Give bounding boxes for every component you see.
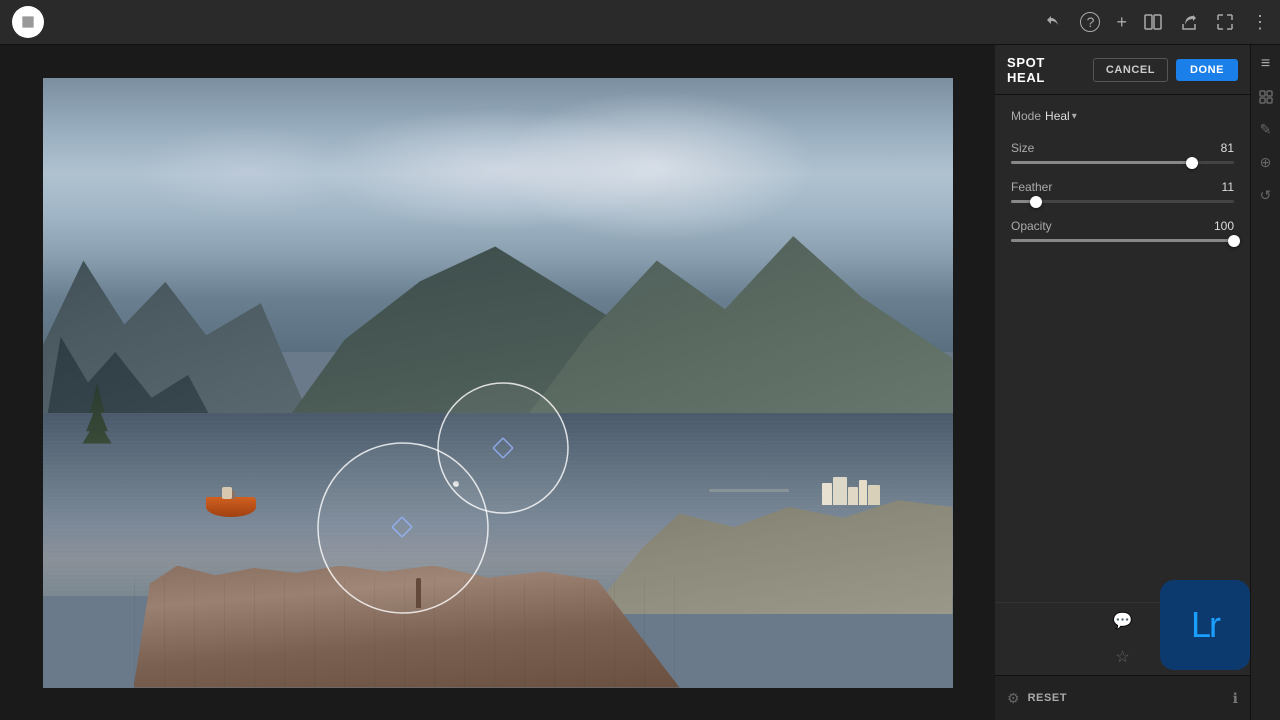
comment-icon[interactable]: 💬 <box>1113 611 1133 631</box>
size-slider-fill <box>1011 161 1192 164</box>
mode-chevron-icon[interactable]: ▾ <box>1072 111 1077 122</box>
lr-badge: Lr <box>1160 580 1250 670</box>
expand-icon[interactable] <box>1215 12 1235 32</box>
done-button[interactable]: DONE <box>1176 59 1238 81</box>
panel-footer: ⚙ RESET ℹ <box>995 675 1250 720</box>
preset-icon[interactable] <box>1258 89 1274 105</box>
canvas-area[interactable] <box>0 45 995 720</box>
feather-label: Feather <box>1011 180 1052 194</box>
mode-value: Heal <box>1045 109 1070 123</box>
size-slider-row: Size 81 <box>1011 141 1234 164</box>
panel-footer-left: ⚙ RESET <box>1007 690 1067 707</box>
tool-title: SPOT HEAL <box>1007 55 1085 85</box>
history-icon[interactable]: ↺ <box>1260 187 1272 204</box>
compare-icon[interactable] <box>1143 12 1163 32</box>
mode-label: Mode <box>1011 109 1041 123</box>
cloud-right <box>498 90 817 243</box>
photo-scene <box>43 78 953 688</box>
panel-spacer <box>995 363 1250 603</box>
info-icon[interactable]: ℹ <box>1233 690 1238 707</box>
opacity-slider-thumb[interactable] <box>1228 235 1240 247</box>
cloud-center <box>134 126 362 218</box>
opacity-slider-track[interactable] <box>1011 239 1234 242</box>
opacity-slider-fill <box>1011 239 1234 242</box>
feather-value: 11 <box>1222 180 1234 194</box>
opacity-slider-row: Opacity 100 <box>1011 219 1234 242</box>
panel-header: SPOT HEAL CANCEL DONE <box>995 45 1250 95</box>
panel-controls: Mode Heal ▾ Size 81 <box>995 95 1250 363</box>
opacity-value: 100 <box>1214 219 1234 233</box>
more-icon[interactable]: ⋮ <box>1251 12 1268 33</box>
dock-texture <box>134 578 680 688</box>
vertical-icon-strip: ≡ ✎ ⊕ ↺ <box>1250 45 1280 720</box>
feather-slider-row: Feather 11 <box>1011 180 1234 203</box>
buildings <box>822 477 880 505</box>
boat <box>206 497 256 517</box>
lr-text: Lr <box>1191 604 1219 646</box>
top-bar: ? + ⋮ <box>0 0 1280 45</box>
sliders-icon[interactable]: ≡ <box>1261 55 1270 73</box>
bollard <box>416 578 421 609</box>
mode-row: Mode Heal ▾ <box>1011 109 1234 123</box>
brush-settings-icon[interactable]: ⚙ <box>1007 690 1020 707</box>
feather-slider-track[interactable] <box>1011 200 1234 203</box>
reset-button[interactable]: RESET <box>1028 692 1067 704</box>
edit-icon[interactable]: ✎ <box>1260 121 1272 138</box>
cancel-button[interactable]: CANCEL <box>1093 58 1168 82</box>
help-icon[interactable]: ? <box>1080 12 1100 32</box>
add-icon[interactable]: + <box>1116 12 1127 33</box>
undo-icon[interactable] <box>1044 12 1064 32</box>
circle-plus-icon[interactable]: ⊕ <box>1260 154 1272 171</box>
opacity-label: Opacity <box>1011 219 1052 233</box>
main-area: SPOT HEAL CANCEL DONE Mode Heal ▾ Size 8… <box>0 45 1280 720</box>
photo-container <box>43 78 953 688</box>
size-slider-thumb[interactable] <box>1186 157 1198 169</box>
size-label: Size <box>1011 141 1034 155</box>
size-slider-track[interactable] <box>1011 161 1234 164</box>
app-logo <box>12 6 44 38</box>
star-icon[interactable]: ☆ <box>1115 647 1129 667</box>
top-bar-icons: ? + ⋮ <box>1044 12 1268 33</box>
size-value: 81 <box>1221 141 1234 155</box>
share-icon[interactable] <box>1179 12 1199 32</box>
feather-slider-thumb[interactable] <box>1030 196 1042 208</box>
fishing-line <box>709 489 789 492</box>
